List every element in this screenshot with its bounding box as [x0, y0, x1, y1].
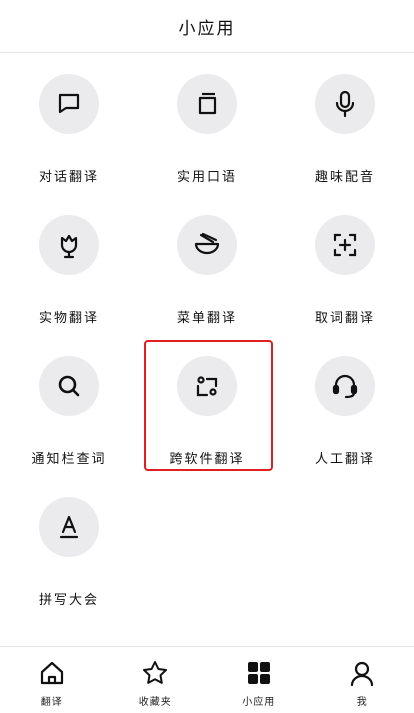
star-icon: [141, 659, 169, 687]
tile-menu-translate[interactable]: 菜单翻译: [138, 193, 276, 334]
noodle-bowl-icon: [177, 215, 237, 275]
microphone-icon: [315, 74, 375, 134]
tile-label: 对话翻译: [39, 166, 99, 185]
tile-dialogue-translate[interactable]: 对话翻译: [0, 52, 138, 193]
letter-a-icon: [39, 497, 99, 557]
apps-grid-icon: [245, 659, 273, 687]
tab-translate[interactable]: 翻译: [0, 647, 104, 713]
person-icon: [348, 659, 376, 687]
cross-app-icon: [177, 356, 237, 416]
search-icon: [39, 356, 99, 416]
home-icon: [38, 659, 66, 687]
tile-label: 通知栏查词: [31, 448, 106, 467]
tab-label: 小应用: [242, 693, 275, 708]
tile-label: 取词翻译: [315, 307, 375, 326]
tile-label: 拼写大会: [39, 589, 99, 608]
tab-favorites[interactable]: 收藏夹: [104, 647, 208, 713]
tile-notification-lookup[interactable]: 通知栏查词: [0, 334, 138, 475]
page-title: 小应用: [179, 14, 236, 39]
tile-human-translate[interactable]: 人工翻译: [276, 334, 414, 475]
tile-label: 菜单翻译: [177, 307, 237, 326]
tile-label: 跨软件翻译: [169, 448, 244, 467]
flower-icon: [39, 215, 99, 275]
book-icon: [177, 74, 237, 134]
tile-spelling-bee[interactable]: 拼写大会: [0, 475, 138, 616]
tile-label: 实用口语: [177, 166, 237, 185]
tile-object-translate[interactable]: 实物翻译: [0, 193, 138, 334]
tab-label: 收藏夹: [139, 693, 172, 708]
tile-label: 趣味配音: [315, 166, 375, 185]
tile-label: 实物翻译: [39, 307, 99, 326]
tab-mini-apps[interactable]: 小应用: [207, 647, 311, 713]
tile-label: 人工翻译: [315, 448, 375, 467]
tile-fun-dubbing[interactable]: 趣味配音: [276, 52, 414, 193]
tile-cross-app-translate[interactable]: 跨软件翻译: [138, 334, 276, 475]
crop-plus-icon: [315, 215, 375, 275]
bottom-tab-bar: 翻译 收藏夹 小应用 我: [0, 646, 414, 713]
headset-icon: [315, 356, 375, 416]
header: 小应用: [0, 0, 414, 53]
chat-bubble-icon: [39, 74, 99, 134]
tile-practical-speaking[interactable]: 实用口语: [138, 52, 276, 193]
tile-word-capture[interactable]: 取词翻译: [276, 193, 414, 334]
tab-me[interactable]: 我: [311, 647, 414, 713]
tab-label: 翻译: [41, 693, 63, 708]
mini-apps-grid: 对话翻译 实用口语 趣味配音 实物翻译: [0, 52, 414, 646]
tab-label: 我: [357, 693, 368, 708]
